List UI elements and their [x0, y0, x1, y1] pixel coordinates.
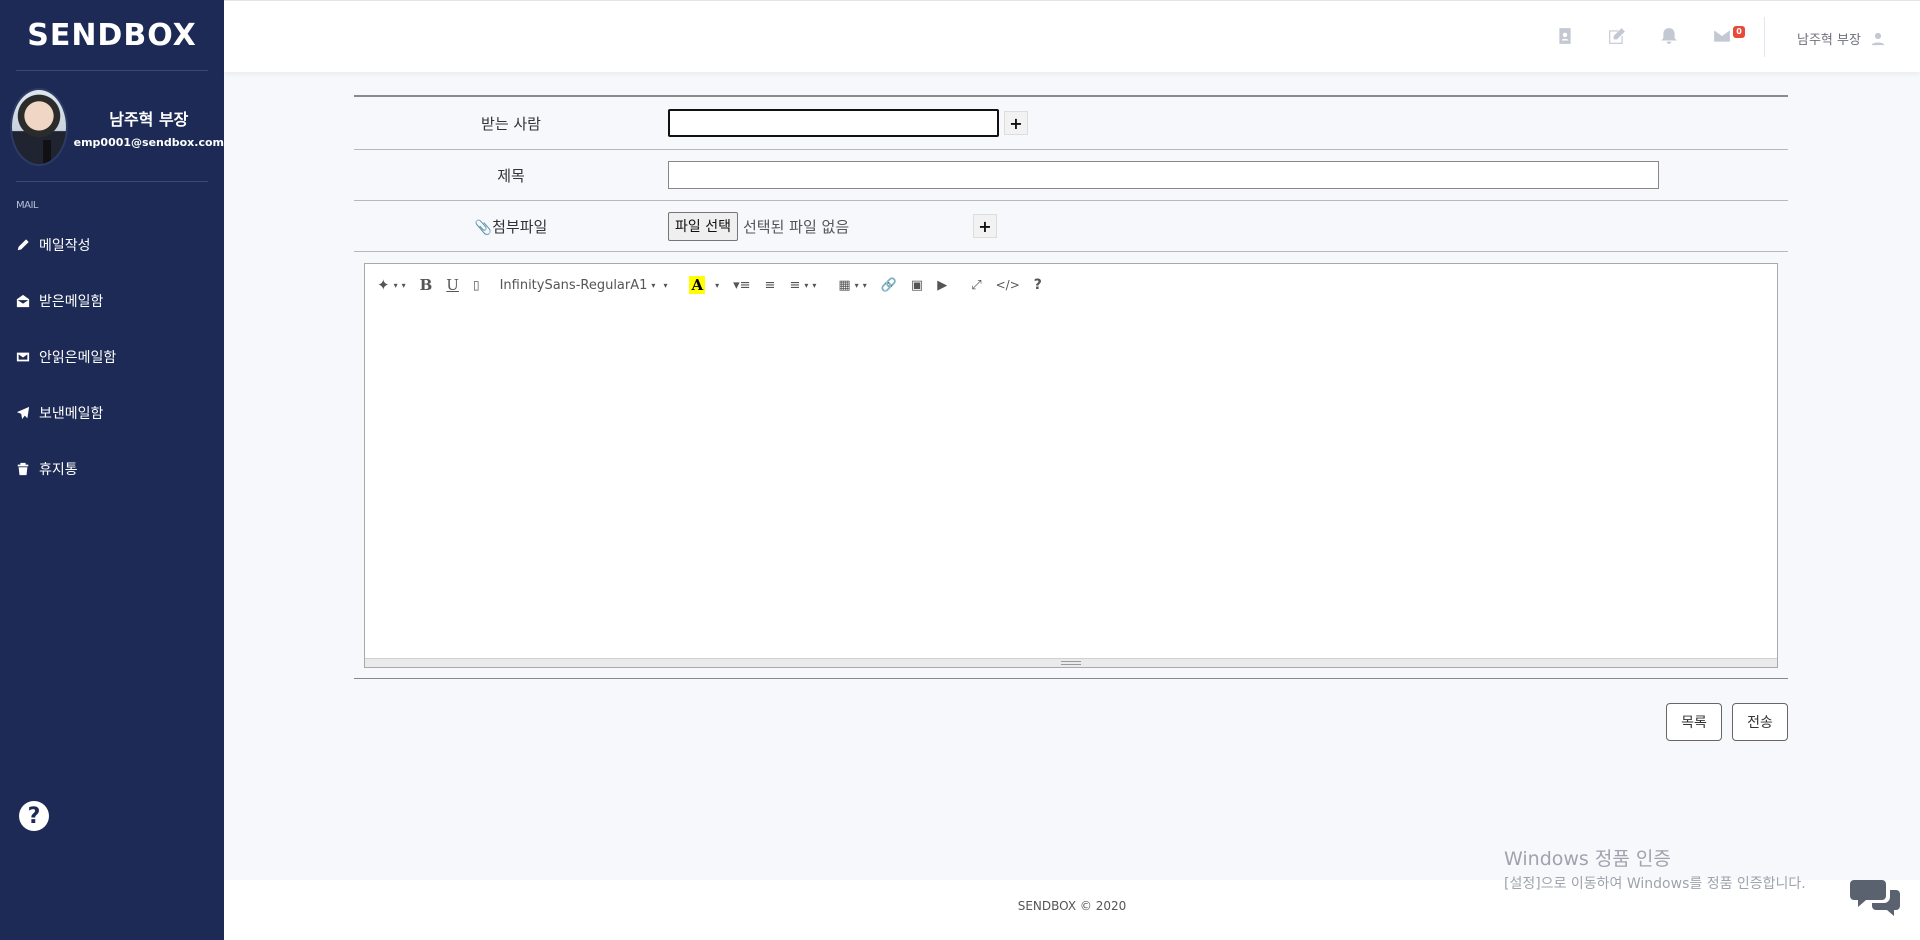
- sidebar-nav: 메일작성 받은메일함 안읽은메일함 보낸메일함 휴지통: [0, 217, 224, 497]
- editor-toolbar: ✦ ▾ ▾ B U ▯ InfinitySans-RegularA1 ▾ ▾ A ▾ ▾≡…: [365, 264, 1777, 306]
- fullscreen-icon[interactable]: ⤢: [971, 278, 981, 293]
- sidebar-item-inbox[interactable]: 받은메일함: [0, 273, 224, 329]
- sidebar-item-label: 메일작성: [39, 238, 91, 254]
- section-label-mail: MAIL: [16, 200, 39, 211]
- user-profile: 남주혁 부장 emp0001@sendbox.com: [0, 81, 224, 173]
- table-icon[interactable]: ▦ ▾ ▾: [838, 278, 866, 293]
- watermark-title: Windows 정품 인증: [1504, 848, 1671, 870]
- numbered-list-icon[interactable]: ≡: [765, 278, 776, 293]
- subject-label: 제목: [497, 166, 525, 185]
- send-button[interactable]: 전송: [1732, 703, 1788, 741]
- recipient-label: 받는 사람: [481, 114, 541, 133]
- profile-email: emp0001@sendbox.com: [73, 135, 224, 149]
- rich-text-editor: ✦ ▾ ▾ B U ▯ InfinitySans-RegularA1 ▾ ▾ A ▾ ▾≡…: [364, 263, 1778, 668]
- recipient-row: 받는 사람 +: [354, 97, 1788, 150]
- editor-content-area[interactable]: [365, 306, 1777, 658]
- sidebar-item-sent[interactable]: 보낸메일함: [0, 385, 224, 441]
- editor-help-button[interactable]: ?: [1034, 277, 1042, 293]
- user-name: 남주혁 부장: [1797, 33, 1861, 48]
- sidebar-item-label: 안읽은메일함: [39, 350, 117, 366]
- editor-wrapper: ✦ ▾ ▾ B U ▯ InfinitySans-RegularA1 ▾ ▾ A ▾ ▾≡…: [354, 252, 1788, 679]
- image-icon[interactable]: ▣: [911, 278, 923, 293]
- eraser-icon[interactable]: ▯: [473, 278, 480, 292]
- divider: [16, 70, 208, 71]
- code-view-button[interactable]: </>: [996, 278, 1020, 292]
- edit-icon[interactable]: [1608, 27, 1628, 47]
- attachment-label: 📎첨부파일: [474, 217, 548, 236]
- sidebar-item-trash[interactable]: 휴지통: [0, 441, 224, 497]
- sidebar: SENDBOX 남주혁 부장 emp0001@sendbox.com MAIL …: [0, 0, 224, 940]
- style-magic-icon[interactable]: ✦ ▾ ▾: [377, 276, 406, 294]
- subject-row: 제목: [354, 150, 1788, 201]
- app-logo[interactable]: SENDBOX: [0, 0, 224, 70]
- paperclip-icon: 📎: [474, 219, 493, 236]
- windows-activation-watermark: Windows 정품 인증 [설정]으로 이동하여 Windows를 정품 인증…: [1504, 844, 1806, 893]
- trash-icon: [17, 462, 29, 476]
- address-book-icon[interactable]: [1556, 27, 1576, 47]
- pencil-icon: [17, 239, 29, 251]
- avatar: [10, 88, 68, 166]
- sidebar-item-label: 보낸메일함: [39, 406, 104, 422]
- recipient-input[interactable]: [668, 109, 999, 137]
- topbar-divider: [1764, 17, 1765, 57]
- font-family-dropdown[interactable]: InfinitySans-RegularA1 ▾ ▾: [500, 278, 668, 293]
- mail-count-badge: 0: [1733, 26, 1745, 38]
- video-icon[interactable]: ▶: [937, 278, 947, 293]
- watermark-subtitle: [설정]으로 이동하여 Windows를 정품 인증합니다.: [1504, 876, 1806, 892]
- highlight-color-button[interactable]: A ▾: [689, 276, 719, 294]
- subject-input[interactable]: [668, 161, 1659, 189]
- paragraph-align-icon[interactable]: ≡ ▾ ▾: [789, 278, 816, 293]
- attachment-row: 📎첨부파일 파일 선택 선택된 파일 없음 +: [354, 201, 1788, 252]
- sidebar-item-label: 휴지통: [39, 462, 78, 478]
- bold-button[interactable]: B: [420, 276, 433, 294]
- link-icon[interactable]: 🔗: [881, 278, 897, 293]
- bell-icon[interactable]: [1660, 27, 1680, 47]
- paper-plane-icon: [16, 406, 30, 420]
- footer-copyright: SENDBOX © 2020: [1017, 899, 1127, 913]
- envelope-icon: [16, 352, 30, 362]
- help-icon[interactable]: ?: [19, 801, 49, 831]
- editor-resize-handle[interactable]: [365, 658, 1777, 667]
- sidebar-item-unread[interactable]: 안읽은메일함: [0, 329, 224, 385]
- chat-bubbles-icon[interactable]: [1850, 876, 1900, 918]
- underline-button[interactable]: U: [446, 276, 459, 294]
- user-icon: [1871, 32, 1885, 46]
- file-select-button[interactable]: 파일 선택: [668, 211, 738, 241]
- envelope-open-icon: [16, 294, 30, 308]
- user-menu[interactable]: 남주혁 부장: [1797, 29, 1885, 48]
- add-recipient-button[interactable]: +: [1004, 111, 1028, 135]
- bullet-list-icon[interactable]: ▾≡: [733, 278, 750, 293]
- add-attachment-button[interactable]: +: [972, 214, 997, 238]
- sidebar-item-compose[interactable]: 메일작성: [0, 217, 224, 273]
- list-button[interactable]: 목록: [1666, 703, 1722, 741]
- compose-form: 받는 사람 + 제목 📎첨부파일 파일 선택 선택된 파일 없음 + ✦ ▾ ▾ B…: [354, 95, 1788, 741]
- profile-name: 남주혁 부장: [109, 109, 189, 129]
- topbar: 0 남주혁 부장: [224, 0, 1920, 72]
- mail-icon[interactable]: [1713, 27, 1733, 47]
- form-actions: 목록 전송: [1656, 703, 1788, 741]
- file-status: 선택된 파일 없음: [742, 217, 850, 236]
- sidebar-item-label: 받은메일함: [39, 294, 104, 310]
